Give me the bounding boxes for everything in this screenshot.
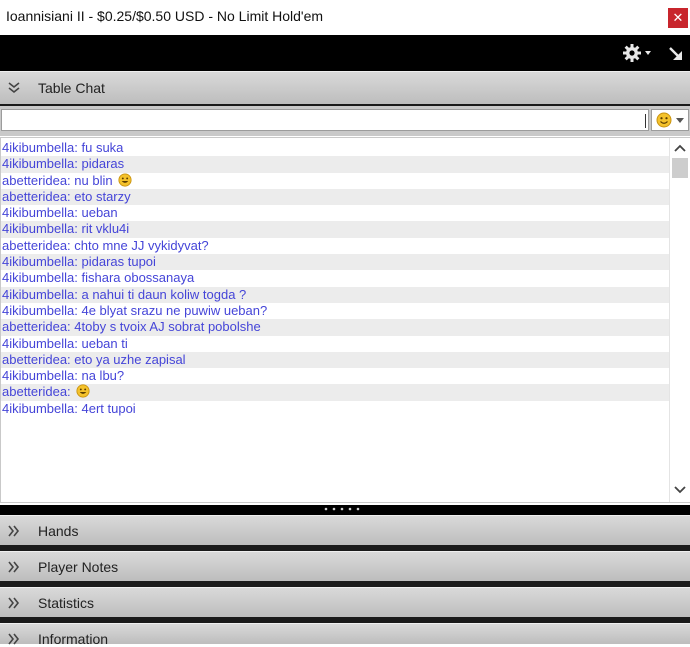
chat-message: 4ikibumbella: na lbu?	[1, 368, 669, 384]
chat-message: abetteridea: chto mne JJ vykidyvat?	[1, 238, 669, 254]
chat-message-text: 4ikibumbella: pidaras tupoi	[2, 254, 156, 270]
chat-message-text: 4ikibumbella: fu suka	[2, 140, 124, 155]
smiley-icon	[118, 173, 132, 187]
scrollbar-thumb[interactable]	[672, 158, 688, 178]
gear-icon[interactable]	[622, 43, 642, 63]
grip-dots-icon	[324, 507, 360, 511]
chat-message-text: 4ikibumbella: rit vklu4i	[2, 221, 130, 237]
chat-message: 4ikibumbella: fishara obossanaya	[1, 270, 669, 286]
chat-message: 4ikibumbella: a nahui ti daun koliw togd…	[1, 286, 669, 303]
chat-message: 4ikibumbella: ueban ti	[1, 336, 669, 352]
chat-message-text: 4ikibumbella: 4e blyat srazu ne puwiw ue…	[2, 302, 268, 318]
section-label: Information	[38, 631, 109, 647]
emoji-picker-button[interactable]	[651, 109, 689, 131]
chat-message: abetteridea: nu blin	[1, 173, 669, 189]
chat-message-text: 4ikibumbella: pidaras	[2, 156, 125, 172]
chat-message-text: abetteridea: 4toby s tvoix AJ sobrat pob…	[2, 319, 261, 335]
chat-input[interactable]	[1, 109, 649, 131]
chat-message-text: 4ikibumbella: ueban	[2, 205, 118, 221]
chat-message-text: 4ikibumbella: fishara obossanaya	[2, 270, 195, 286]
window-titlebar: Ioannisiani II - $0.25/$0.50 USD - No Li…	[0, 0, 690, 35]
panel-splitter[interactable]	[0, 505, 690, 515]
section-label: Statistics	[38, 594, 95, 611]
chat-message-text: 4ikibumbella: na lbu?	[2, 368, 125, 384]
chat-message-text: abetteridea: nu blin	[2, 172, 113, 188]
chat-message: 4ikibumbella: 4e blyat srazu ne puwiw ue…	[1, 303, 669, 319]
close-button[interactable]: ✕	[668, 8, 688, 28]
chat-message: abetteridea: eto ya uzhe zapisal	[1, 351, 669, 369]
smiley-icon	[76, 384, 90, 399]
chat-message: 4ikibumbella: pidaras tupoi	[1, 254, 669, 271]
section-hands[interactable]: Hands	[0, 515, 690, 545]
table-chat-header[interactable]: Table Chat	[0, 71, 690, 104]
chat-message: abetteridea: 4toby s tvoix AJ sobrat pob…	[1, 319, 669, 336]
section-statistics[interactable]: Statistics	[0, 587, 690, 617]
chevron-down-icon	[676, 118, 684, 123]
chat-message: abetteridea: eto starzy	[1, 188, 669, 206]
chat-message: 4ikibumbella: rit vklu4i	[1, 221, 669, 238]
chat-message: 4ikibumbella: 4ert tupoi	[1, 401, 669, 417]
scroll-down-icon[interactable]	[673, 484, 687, 496]
chat-scrollbar[interactable]	[669, 138, 690, 502]
popout-arrow-icon[interactable]	[668, 46, 684, 62]
table-chat-label: Table Chat	[38, 80, 105, 96]
chat-message-text: abetteridea: chto mne JJ vykidyvat?	[2, 237, 209, 253]
chat-message: 4ikibumbella: fu suka	[1, 140, 669, 156]
text-cursor	[645, 114, 646, 128]
window-title: Ioannisiani II - $0.25/$0.50 USD - No Li…	[6, 8, 324, 24]
chevron-right-icon	[8, 597, 20, 608]
section-label: Hands	[38, 522, 79, 539]
chat-message-text: 4ikibumbella: a nahui ti daun koliw togd…	[2, 286, 247, 302]
section-player-notes[interactable]: Player Notes	[0, 551, 690, 581]
chat-message: 4ikibumbella: ueban	[1, 205, 669, 221]
chat-message-text: 4ikibumbella: ueban ti	[2, 335, 128, 351]
chat-message-list: 4ikibumbella: fu suka 4ikibumbella: pidar…	[1, 140, 669, 417]
chat-messages-panel: 4ikibumbella: fu suka 4ikibumbella: pidar…	[0, 137, 690, 503]
section-label: Player Notes	[38, 558, 119, 575]
chat-message-text: abetteridea:	[2, 384, 71, 400]
chat-message-text: 4ikibumbella: 4ert tupoi	[2, 400, 136, 416]
chat-message-text: abetteridea: eto starzy	[2, 188, 131, 204]
smiley-icon	[656, 112, 672, 128]
chat-input-row	[0, 106, 690, 136]
chevron-down-icon	[8, 82, 20, 94]
chat-message: 4ikibumbella: pidaras	[1, 156, 669, 173]
chat-message-text: abetteridea: eto ya uzhe zapisal	[2, 351, 186, 367]
section-information[interactable]: Information	[0, 623, 690, 647]
chevron-down-icon[interactable]	[645, 51, 651, 55]
chat-message: abetteridea:	[1, 384, 669, 401]
toolbar	[0, 35, 690, 71]
scroll-up-icon[interactable]	[673, 142, 687, 154]
chevron-right-icon	[8, 525, 20, 536]
chevron-right-icon	[8, 561, 20, 572]
